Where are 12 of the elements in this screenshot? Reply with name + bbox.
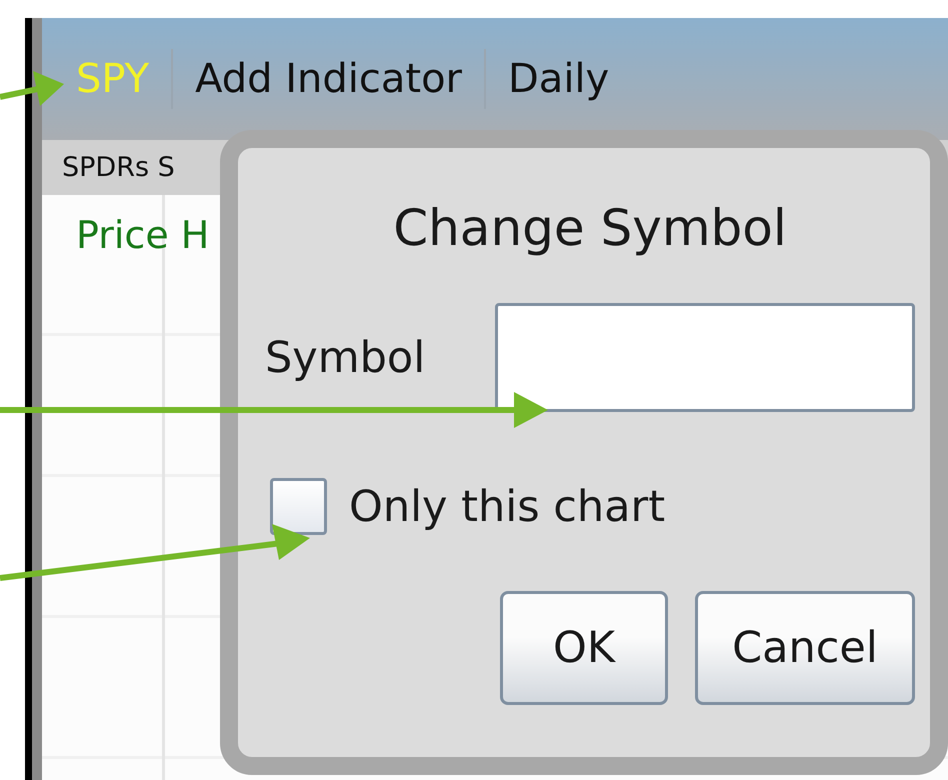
pointer-arrow [0,71,64,106]
symbol-description: SPDRs S [62,152,175,183]
toolbar-item[interactable]: Add Indicator [173,56,484,102]
dialog-title: Change Symbol [392,198,788,258]
dialog-button[interactable]: OK [500,591,668,705]
dialog-button[interactable]: Cancel [695,591,915,705]
field-label: Symbol [265,332,426,382]
symbol-input-field[interactable] [495,303,915,412]
checkbox-label: Only this chart [349,482,666,532]
checkbox[interactable] [270,478,327,535]
chart-title: Price H [76,213,210,257]
toolbar-item[interactable]: Daily [486,56,632,102]
